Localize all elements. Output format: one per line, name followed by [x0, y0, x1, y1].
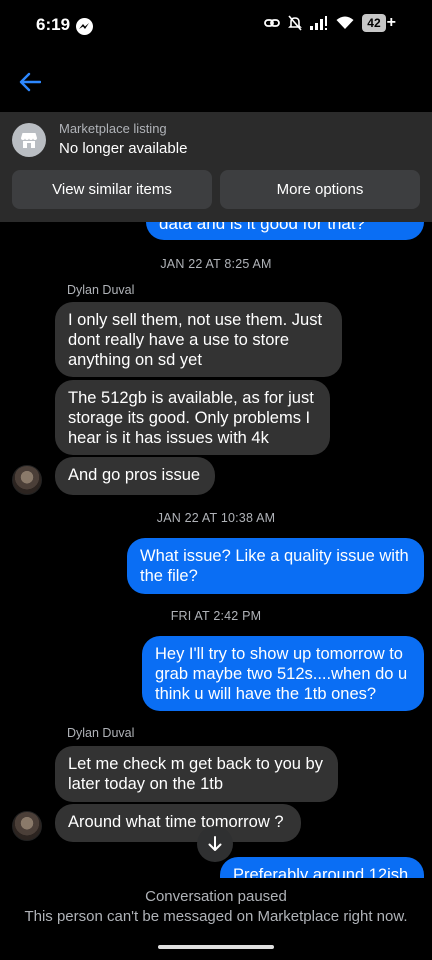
message-text: The 512gb is available, as for just stor… — [68, 389, 314, 447]
message-text: Around what time tomorrow ? — [68, 813, 284, 831]
message-incoming: I only sell them, not use them. Just don… — [55, 302, 342, 377]
message-text: And go pros issue — [68, 466, 201, 484]
message-outgoing: Hey I'll try to show up tomorrow to grab… — [142, 636, 424, 711]
status-icons: 42 + — [264, 14, 396, 32]
sender-name: Dylan Duval — [67, 726, 135, 740]
back-arrow-icon — [19, 72, 41, 92]
listing-status: No longer available — [59, 140, 188, 157]
status-time: 6:19 — [36, 15, 71, 34]
timestamp: FRI AT 2:42 PM — [170, 609, 262, 623]
avatar[interactable] — [12, 465, 42, 495]
timestamp: JAN 22 AT 8:25 AM — [160, 257, 272, 271]
conversation-paused-title: Conversation paused — [145, 888, 287, 905]
battery-level: 42 — [362, 14, 386, 32]
message-text: I only sell them, not use them. Just don… — [68, 311, 323, 369]
scroll-to-bottom-button[interactable] — [197, 826, 233, 862]
link-icon — [264, 19, 281, 27]
sender-name: Dylan Duval — [67, 283, 135, 297]
conversation-paused-description: This person can't be messaged on Marketp… — [24, 908, 408, 925]
messenger-notification-icon — [76, 18, 93, 35]
signal-icon — [310, 16, 328, 30]
message-incoming: And go pros issue — [55, 457, 215, 495]
wifi-icon — [336, 16, 354, 29]
home-indicator[interactable] — [158, 945, 274, 949]
message-text: What issue? Like a quality issue with th… — [140, 547, 409, 585]
avatar[interactable] — [12, 811, 42, 841]
mute-icon — [288, 15, 303, 31]
back-button[interactable] — [14, 66, 46, 98]
view-similar-items-button[interactable]: View similar items — [12, 170, 212, 209]
listing-label: Marketplace listing — [59, 121, 167, 136]
timestamp: JAN 22 AT 10:38 AM — [156, 511, 276, 525]
shop-icon — [12, 123, 46, 157]
message-incoming: Around what time tomorrow ? — [55, 804, 301, 842]
more-options-button[interactable]: More options — [220, 170, 420, 209]
message-text: Let me check m get back to you by later … — [68, 755, 323, 793]
status-bar: 6:19 42 + — [0, 0, 432, 52]
message-incoming: The 512gb is available, as for just stor… — [55, 380, 330, 455]
message-outgoing: What issue? Like a quality issue with th… — [127, 538, 424, 594]
charging-indicator: + — [386, 14, 396, 31]
arrow-down-icon — [208, 836, 222, 851]
message-incoming: Let me check m get back to you by later … — [55, 746, 338, 802]
message-text: Hey I'll try to show up tomorrow to grab… — [155, 645, 408, 703]
